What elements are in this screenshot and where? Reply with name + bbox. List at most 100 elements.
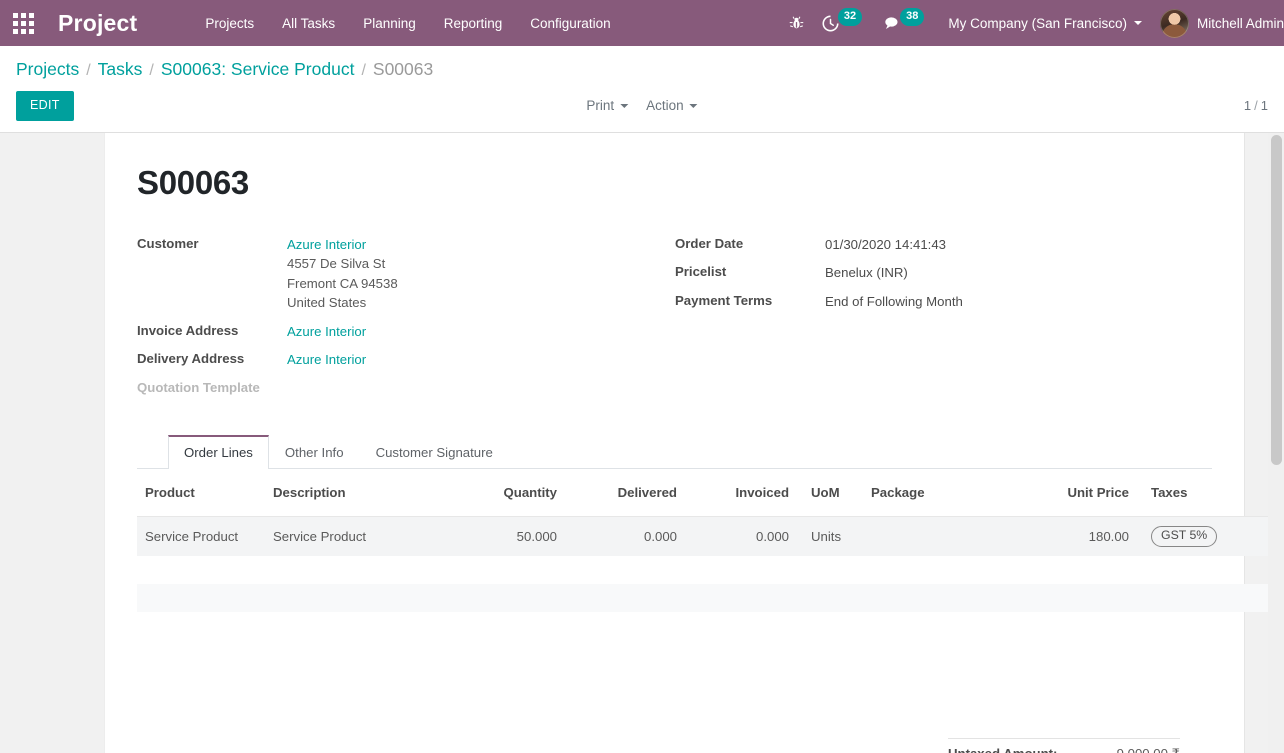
- cell-invoiced[interactable]: 0.000: [685, 516, 797, 555]
- form-fields-grid: Customer Azure Interior 4557 De Silva St…: [137, 235, 1212, 404]
- field-label-quotation-template: Quotation Template: [137, 379, 260, 395]
- col-header-product[interactable]: Product: [137, 468, 265, 517]
- main-menu-bar: Projects All Tasks Planning Reporting Co…: [191, 10, 624, 37]
- form-column-left: Customer Azure Interior 4557 De Silva St…: [137, 235, 673, 404]
- breadcrumb-item-tasks[interactable]: Tasks: [98, 59, 143, 80]
- company-name-label: My Company (San Francisco): [948, 15, 1127, 31]
- user-menu[interactable]: Mitchell Admin: [1152, 8, 1284, 38]
- invoice-address-link[interactable]: Azure Interior: [287, 324, 366, 339]
- systray: 32 38 My Company (San Francisco) Mitchel…: [780, 0, 1284, 46]
- col-header-invoiced[interactable]: Invoiced: [685, 468, 797, 517]
- col-header-quantity[interactable]: Quantity: [445, 468, 565, 517]
- menu-item-configuration[interactable]: Configuration: [516, 10, 624, 37]
- field-value-payment-terms: End of Following Month: [825, 293, 963, 309]
- customer-link[interactable]: Azure Interior: [287, 237, 366, 252]
- activity-counter-badge: 32: [837, 8, 863, 26]
- edit-button[interactable]: EDIT: [16, 91, 74, 121]
- messaging-menu-button[interactable]: 38: [874, 0, 936, 46]
- page-title: S00063: [137, 163, 249, 201]
- order-lines-header: Product Description Quantity Delivered I…: [137, 468, 1284, 517]
- status-badge: GST 5%: [1151, 525, 1218, 547]
- field-quotation-template: Quotation Template: [137, 379, 673, 395]
- col-header-delivered[interactable]: Delivered: [565, 468, 685, 517]
- breadcrumb-separator: /: [86, 62, 91, 79]
- user-name-label: Mitchell Admin: [1196, 15, 1284, 31]
- apps-menu-button[interactable]: [0, 0, 46, 46]
- chevron-down-icon: [689, 103, 698, 108]
- company-switcher[interactable]: My Company (San Francisco): [936, 10, 1152, 37]
- breadcrumb-separator: /: [149, 62, 154, 79]
- totals-box: Untaxed Amount: 9,000.00 ₹ Taxes: 450.00…: [948, 737, 1180, 753]
- cell-product[interactable]: Service Product: [137, 516, 265, 555]
- field-label-customer: Customer: [137, 235, 199, 251]
- table-empty-row: [137, 556, 1284, 584]
- table-empty-row: [137, 612, 1284, 640]
- vertical-scrollbar[interactable]: [1268, 132, 1284, 753]
- field-value-order-date: 01/30/2020 14:41:43: [825, 236, 946, 252]
- field-value-customer: Azure Interior 4557 De Silva St Fremont …: [287, 235, 398, 313]
- tab-customer-signature[interactable]: Customer Signature: [360, 435, 509, 469]
- form-sheet: S00063 Customer Azure Interior 4557 De S…: [104, 132, 1284, 753]
- notebook-tab-list: Order Lines Other Info Customer Signatur…: [137, 434, 1212, 469]
- table-row[interactable]: Service Product Service Product 50.000 0…: [137, 516, 1284, 556]
- col-header-package[interactable]: Package: [857, 468, 1027, 517]
- col-header-unit-price[interactable]: Unit Price: [1027, 468, 1137, 517]
- col-header-description[interactable]: Description: [265, 468, 445, 517]
- order-totals: Untaxed Amount: 9,000.00 ₹ Taxes: 450.00…: [137, 737, 1212, 753]
- print-dropdown[interactable]: Print: [586, 98, 629, 113]
- menu-item-projects[interactable]: Projects: [191, 10, 268, 37]
- cell-description[interactable]: Service Product: [265, 516, 445, 555]
- record-pager[interactable]: 1 / 1: [1244, 98, 1268, 113]
- control-panel: Projects / Tasks / S00063: Service Produ…: [0, 46, 1284, 133]
- untaxed-amount-label: Untaxed Amount:: [948, 746, 1057, 753]
- customer-address-line-2: Fremont CA 94538: [287, 275, 398, 291]
- debug-bug-button[interactable]: [780, 0, 813, 46]
- pager-total: 1: [1260, 98, 1268, 114]
- customer-address-line-3: United States: [287, 295, 367, 311]
- breadcrumb-item-task[interactable]: S00063: Service Product: [161, 59, 355, 80]
- menu-item-reporting[interactable]: Reporting: [430, 10, 517, 37]
- menu-item-planning[interactable]: Planning: [349, 10, 430, 37]
- scrollbar-thumb[interactable]: [1271, 134, 1282, 465]
- field-value-pricelist: Benelux (INR): [825, 265, 908, 281]
- app-brand-title[interactable]: Project: [46, 10, 143, 37]
- col-header-taxes[interactable]: Taxes: [1137, 468, 1227, 517]
- notebook: Order Lines Other Info Customer Signatur…: [137, 434, 1284, 640]
- field-label-payment-terms: Payment Terms: [675, 292, 773, 308]
- total-row-untaxed: Untaxed Amount: 9,000.00 ₹: [948, 742, 1180, 753]
- customer-address-line-1: 4557 De Silva St: [287, 256, 386, 272]
- clock-icon: [822, 14, 839, 31]
- tab-order-lines[interactable]: Order Lines: [168, 434, 269, 469]
- table-empty-row: [137, 583, 1284, 612]
- bug-icon: [789, 16, 804, 29]
- field-label-order-date: Order Date: [675, 235, 744, 251]
- field-label-invoice-address: Invoice Address: [137, 322, 239, 338]
- col-header-uom[interactable]: UoM: [797, 468, 857, 517]
- activity-menu-button[interactable]: 32: [813, 0, 874, 46]
- chat-bubble-icon: [885, 17, 898, 29]
- cell-package[interactable]: [857, 516, 1027, 555]
- cell-uom[interactable]: Units: [797, 516, 857, 555]
- breadcrumb-separator: /: [361, 62, 366, 79]
- cell-unit-price[interactable]: 180.00: [1027, 516, 1137, 555]
- breadcrumb-item-projects[interactable]: Projects: [16, 59, 79, 80]
- messaging-counter-badge: 38: [900, 8, 925, 26]
- cell-delivered[interactable]: 0.000: [565, 516, 685, 555]
- action-label: Action: [646, 98, 684, 114]
- chevron-down-icon: [620, 103, 629, 108]
- cell-quantity[interactable]: 50.000: [445, 516, 565, 555]
- avatar: [1159, 8, 1189, 38]
- field-customer: Customer Azure Interior 4557 De Silva St…: [137, 235, 673, 313]
- order-lines-body: Service Product Service Product 50.000 0…: [137, 516, 1284, 639]
- tab-other-info[interactable]: Other Info: [269, 435, 360, 469]
- apps-grid-icon: [12, 12, 34, 34]
- table-header-row: Product Description Quantity Delivered I…: [137, 468, 1284, 517]
- action-dropdown[interactable]: Action: [646, 98, 698, 113]
- cell-taxes[interactable]: GST 5%: [1137, 516, 1227, 555]
- field-label-pricelist: Pricelist: [675, 264, 727, 280]
- delivery-address-link[interactable]: Azure Interior: [287, 352, 366, 367]
- field-delivery-address: Delivery Address Azure Interior: [137, 350, 673, 370]
- form-column-right: Order Date 01/30/2020 14:41:43 Pricelist…: [673, 235, 1209, 404]
- menu-item-all-tasks[interactable]: All Tasks: [268, 10, 349, 37]
- field-invoice-address: Invoice Address Azure Interior: [137, 322, 673, 342]
